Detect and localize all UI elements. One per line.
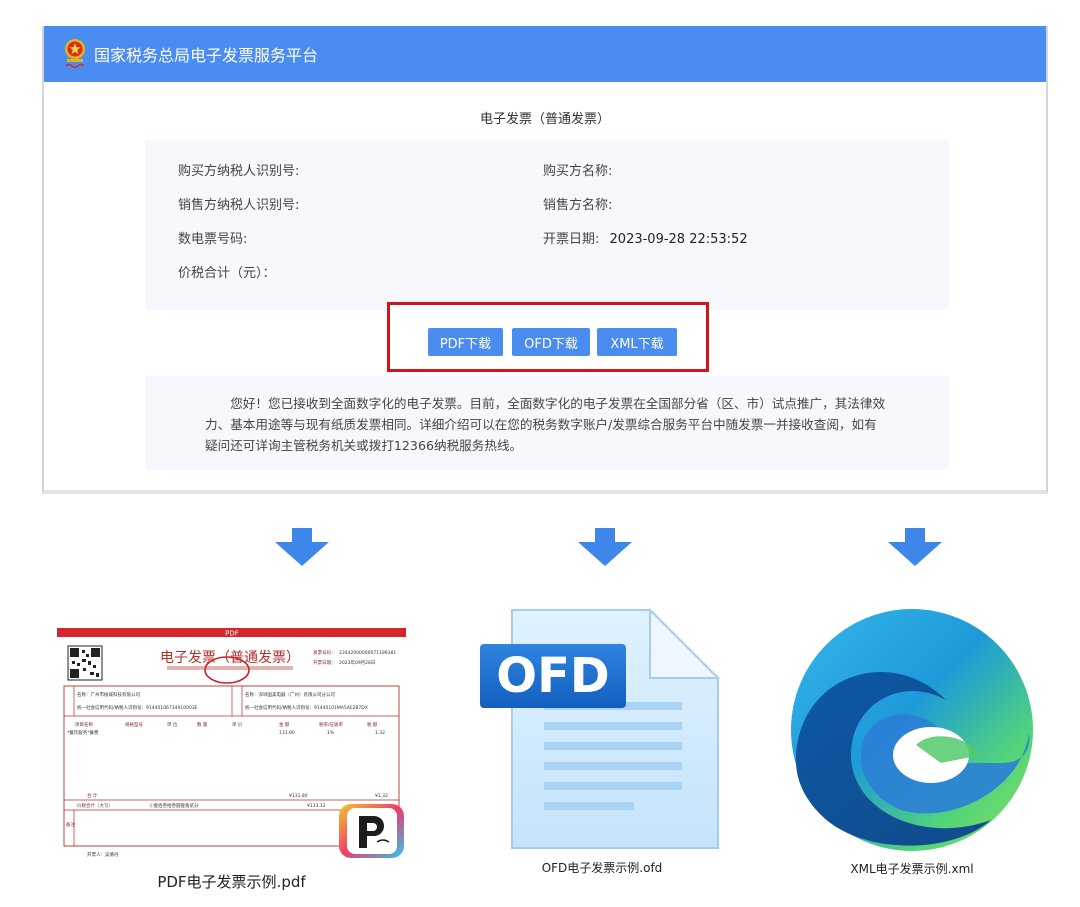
- ofd-icon-label: OFD: [496, 648, 609, 704]
- pdf-date-label: 开票日期：: [313, 660, 336, 666]
- pdf-date: 2023年09月28日: [339, 659, 375, 666]
- pdf-col-qty: 数 量: [197, 721, 208, 728]
- ofd-download-button[interactable]: OFD下载: [512, 328, 590, 356]
- invoice-info-box: 购买方纳税人识别号: 购买方名称: 销售方纳税人识别号: 销售方名称: 数电票号…: [145, 140, 949, 310]
- ofd-file-caption: OFD电子发票示例.ofd: [541, 861, 663, 875]
- arrow-down-icon: [578, 528, 632, 566]
- invoice-panel: 国家税务总局电子发票服务平台 电子发票（普通发票） 购买方纳税人识别号: 购买方…: [42, 26, 1048, 494]
- pdf-file-caption: PDF电子发票示例.pdf: [157, 873, 306, 891]
- notice-text: 您好！您已接收到全面数字化的电子发票。目前，全面数字化的电子发票在全国部分省（区…: [205, 396, 886, 453]
- pdf-seller-tax-id: 统一社会信用代码/纳税人识别号：91440101MA5AE287DX: [245, 704, 368, 711]
- pdf-download-button[interactable]: PDF下载: [428, 328, 503, 356]
- arrow-down-icon: [888, 528, 942, 566]
- issue-date-field: 开票日期: 2023-09-28 22:53:52: [543, 228, 748, 247]
- pdf-seller-name: 名称：深圳国美电器（广州）有限公司分公司: [245, 691, 335, 698]
- seller-name-label: 销售方名称:: [543, 198, 613, 213]
- download-buttons-highlight: PDF下载 OFD下载 XML下载: [387, 302, 709, 372]
- pdf-sum-label: 合 计: [87, 792, 98, 799]
- total-amount-label: 价税合计（元）：: [178, 266, 276, 281]
- seller-tax-id-label: 销售方纳税人识别号:: [178, 198, 300, 213]
- qr-code-icon: [67, 645, 103, 681]
- invoice-number-label: 数电票号码:: [178, 232, 248, 247]
- pdf-col-price: 单 价: [232, 721, 243, 728]
- buyer-tax-id-label: 购买方纳税人识别号:: [178, 164, 300, 179]
- pdf-col-unit: 单 位: [167, 721, 178, 728]
- pdf-sum-tax: ¥1.32: [375, 793, 388, 799]
- pdf-banner-label: PDF: [225, 630, 239, 638]
- pdf-item-name: *餐饮服务*餐费: [67, 729, 99, 736]
- xml-file-caption: XML电子发票示例.xml: [850, 862, 974, 876]
- pdf-item-tax: 1.32: [375, 730, 385, 736]
- pdf-reader-app-icon: [339, 804, 404, 858]
- top-bar: 国家税务总局电子发票服务平台: [44, 26, 1046, 82]
- pdf-title: 电子发票（普通发票）: [160, 650, 300, 666]
- site-title: 国家税务总局电子发票服务平台: [94, 46, 319, 65]
- pdf-item-rate: 1%: [327, 730, 335, 736]
- invoice-type-title: 电子发票（普通发票）: [479, 112, 610, 127]
- notice-box: 您好！您已接收到全面数字化的电子发票。目前，全面数字化的电子发票在全国部分省（区…: [145, 376, 949, 470]
- ofd-file-icon: OFD: [480, 607, 721, 849]
- pdf-col-amount: 金 额: [279, 721, 290, 728]
- buyer-name-label: 购买方名称:: [543, 164, 613, 179]
- pdf-buyer-name: 名称：广州市俪城科技有限公司: [77, 691, 140, 698]
- issue-date-value: 2023-09-28 22:53:52: [609, 232, 748, 247]
- pdf-number-label: 发票号码：: [313, 649, 336, 656]
- pdf-col-rate: 税率/征收率: [319, 721, 344, 728]
- pdf-number: 23442000000071189381: [339, 650, 396, 656]
- issue-date-label: 开票日期:: [543, 232, 600, 247]
- pdf-sum-amount: ¥131.80: [289, 793, 308, 799]
- pdf-col-tax: 税 额: [367, 721, 378, 728]
- pdf-total-label: 价税合计（大写）: [77, 802, 113, 809]
- pdf-total-words: ⓧ壹佰叁拾叁圆壹角贰分: [149, 802, 199, 809]
- xml-download-button[interactable]: XML下载: [597, 328, 677, 356]
- pdf-remark-label: 备注: [66, 821, 75, 828]
- pdf-col-item: 项目名称: [75, 721, 93, 728]
- arrow-down-icon: [275, 528, 329, 566]
- tax-emblem-icon: [65, 39, 85, 69]
- pdf-item-amount: 131.80: [279, 730, 295, 736]
- pdf-invoice-preview: PDF 电子发票（普通发票） 发票号码： 2344200000007118938…: [57, 628, 406, 860]
- edge-browser-icon: [791, 609, 1033, 851]
- pdf-total-num: ¥133.12: [307, 803, 326, 809]
- pdf-col-spec: 规格型号: [125, 721, 143, 728]
- pdf-buyer-tax-id: 统一社会信用代码/纳税人识别号：91440106734910003E: [77, 704, 198, 711]
- pdf-issuer: 开票人：吴倩丹: [87, 851, 119, 858]
